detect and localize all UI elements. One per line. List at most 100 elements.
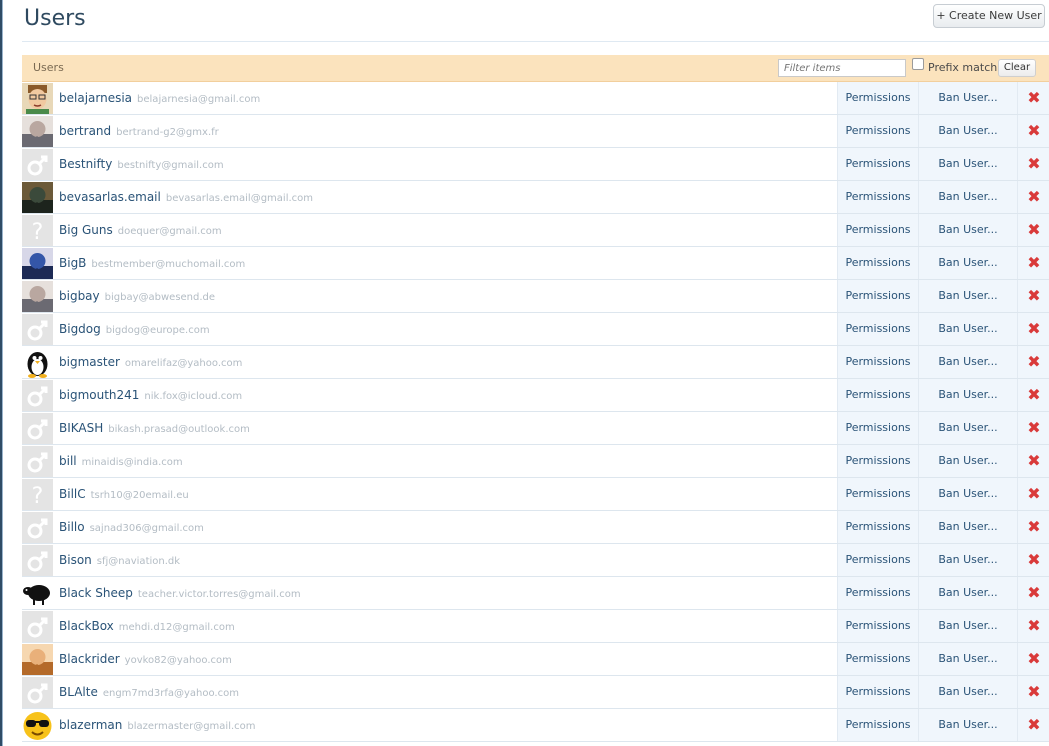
avatar[interactable] (22, 347, 53, 378)
user-name-link[interactable]: Bigdog bigdog@europe.com (59, 322, 210, 336)
permissions-link[interactable]: Permissions (837, 544, 918, 576)
ban-user-link[interactable]: Ban User... (918, 181, 1017, 213)
ban-user-link[interactable]: Ban User... (918, 445, 1017, 477)
ban-user-link[interactable]: Ban User... (918, 115, 1017, 147)
delete-user-button[interactable]: ✖ (1017, 643, 1049, 675)
avatar[interactable] (22, 578, 53, 609)
username[interactable]: bigmouth241 (59, 388, 139, 402)
permissions-link[interactable]: Permissions (837, 676, 918, 708)
ban-user-link[interactable]: Ban User... (918, 346, 1017, 378)
user-name-link[interactable]: bigmouth241 nik.fox@icloud.com (59, 388, 242, 402)
avatar[interactable] (22, 545, 53, 576)
ban-user-link[interactable]: Ban User... (918, 313, 1017, 345)
permissions-link[interactable]: Permissions (837, 709, 918, 741)
ban-user-link[interactable]: Ban User... (918, 544, 1017, 576)
user-name-link[interactable]: BigB bestmember@muchomail.com (59, 256, 245, 270)
ban-user-link[interactable]: Ban User... (918, 709, 1017, 741)
user-name-link[interactable]: BillC tsrh10@20email.eu (59, 487, 189, 501)
user-name-link[interactable]: Big Guns doequer@gmail.com (59, 223, 222, 237)
permissions-link[interactable]: Permissions (837, 412, 918, 444)
permissions-link[interactable]: Permissions (837, 478, 918, 510)
prefix-match-checkbox[interactable] (912, 58, 924, 70)
avatar[interactable] (22, 677, 53, 708)
username[interactable]: BlackBox (59, 619, 114, 633)
permissions-link[interactable]: Permissions (837, 445, 918, 477)
permissions-link[interactable]: Permissions (837, 148, 918, 180)
avatar[interactable]: ? (22, 215, 53, 246)
permissions-link[interactable]: Permissions (837, 610, 918, 642)
user-name-link[interactable]: BLAlte engm7md3rfa@yahoo.com (59, 685, 239, 699)
username[interactable]: Big Guns (59, 223, 113, 237)
username[interactable]: blazerman (59, 718, 122, 732)
permissions-link[interactable]: Permissions (837, 346, 918, 378)
avatar[interactable] (22, 116, 53, 147)
user-name-link[interactable]: Billo sajnad306@gmail.com (59, 520, 204, 534)
permissions-link[interactable]: Permissions (837, 214, 918, 246)
delete-user-button[interactable]: ✖ (1017, 577, 1049, 609)
delete-user-button[interactable]: ✖ (1017, 709, 1049, 741)
username[interactable]: Bestnifty (59, 157, 112, 171)
user-name-link[interactable]: belajarnesia belajarnesia@gmail.com (59, 91, 260, 105)
username[interactable]: bevasarlas.email (59, 190, 161, 204)
delete-user-button[interactable]: ✖ (1017, 544, 1049, 576)
delete-user-button[interactable]: ✖ (1017, 379, 1049, 411)
username[interactable]: BigB (59, 256, 86, 270)
permissions-link[interactable]: Permissions (837, 181, 918, 213)
user-name-link[interactable]: bertrand bertrand-g2@gmx.fr (59, 124, 219, 138)
delete-user-button[interactable]: ✖ (1017, 148, 1049, 180)
ban-user-link[interactable]: Ban User... (918, 280, 1017, 312)
delete-user-button[interactable]: ✖ (1017, 247, 1049, 279)
avatar[interactable] (22, 413, 53, 444)
avatar[interactable] (22, 182, 53, 213)
username[interactable]: belajarnesia (59, 91, 132, 105)
ban-user-link[interactable]: Ban User... (918, 214, 1017, 246)
avatar[interactable] (22, 281, 53, 312)
username[interactable]: bertrand (59, 124, 111, 138)
user-name-link[interactable]: Bestnifty bestnifty@gmail.com (59, 157, 224, 171)
username[interactable]: Blackrider (59, 652, 120, 666)
permissions-link[interactable]: Permissions (837, 313, 918, 345)
ban-user-link[interactable]: Ban User... (918, 676, 1017, 708)
ban-user-link[interactable]: Ban User... (918, 511, 1017, 543)
delete-user-button[interactable]: ✖ (1017, 478, 1049, 510)
username[interactable]: Billo (59, 520, 85, 534)
avatar[interactable] (22, 644, 53, 675)
ban-user-link[interactable]: Ban User... (918, 610, 1017, 642)
avatar[interactable] (22, 512, 53, 543)
username[interactable]: Bison (59, 553, 92, 567)
delete-user-button[interactable]: ✖ (1017, 676, 1049, 708)
delete-user-button[interactable]: ✖ (1017, 445, 1049, 477)
filter-input[interactable] (778, 59, 906, 77)
username[interactable]: bill (59, 454, 77, 468)
ban-user-link[interactable]: Ban User... (918, 247, 1017, 279)
permissions-link[interactable]: Permissions (837, 379, 918, 411)
permissions-link[interactable]: Permissions (837, 511, 918, 543)
delete-user-button[interactable]: ✖ (1017, 280, 1049, 312)
delete-user-button[interactable]: ✖ (1017, 511, 1049, 543)
ban-user-link[interactable]: Ban User... (918, 478, 1017, 510)
avatar[interactable] (22, 314, 53, 345)
user-name-link[interactable]: blazerman blazermaster@gmail.com (59, 718, 256, 732)
delete-user-button[interactable]: ✖ (1017, 82, 1049, 114)
avatar[interactable] (22, 380, 53, 411)
ban-user-link[interactable]: Ban User... (918, 82, 1017, 114)
permissions-link[interactable]: Permissions (837, 280, 918, 312)
username[interactable]: BillC (59, 487, 86, 501)
avatar[interactable]: ? (22, 479, 53, 510)
ban-user-link[interactable]: Ban User... (918, 412, 1017, 444)
user-name-link[interactable]: Black Sheep teacher.victor.torres@gmail.c… (59, 586, 301, 600)
delete-user-button[interactable]: ✖ (1017, 610, 1049, 642)
ban-user-link[interactable]: Ban User... (918, 643, 1017, 675)
permissions-link[interactable]: Permissions (837, 643, 918, 675)
delete-user-button[interactable]: ✖ (1017, 214, 1049, 246)
user-name-link[interactable]: Bison sfj@naviation.dk (59, 553, 180, 567)
delete-user-button[interactable]: ✖ (1017, 115, 1049, 147)
create-new-user-button[interactable]: + Create New User (933, 4, 1045, 28)
username[interactable]: Bigdog (59, 322, 101, 336)
delete-user-button[interactable]: ✖ (1017, 346, 1049, 378)
delete-user-button[interactable]: ✖ (1017, 313, 1049, 345)
username[interactable]: Black Sheep (59, 586, 133, 600)
clear-button[interactable]: Clear (998, 59, 1036, 77)
ban-user-link[interactable]: Ban User... (918, 379, 1017, 411)
username[interactable]: BIKASH (59, 421, 103, 435)
